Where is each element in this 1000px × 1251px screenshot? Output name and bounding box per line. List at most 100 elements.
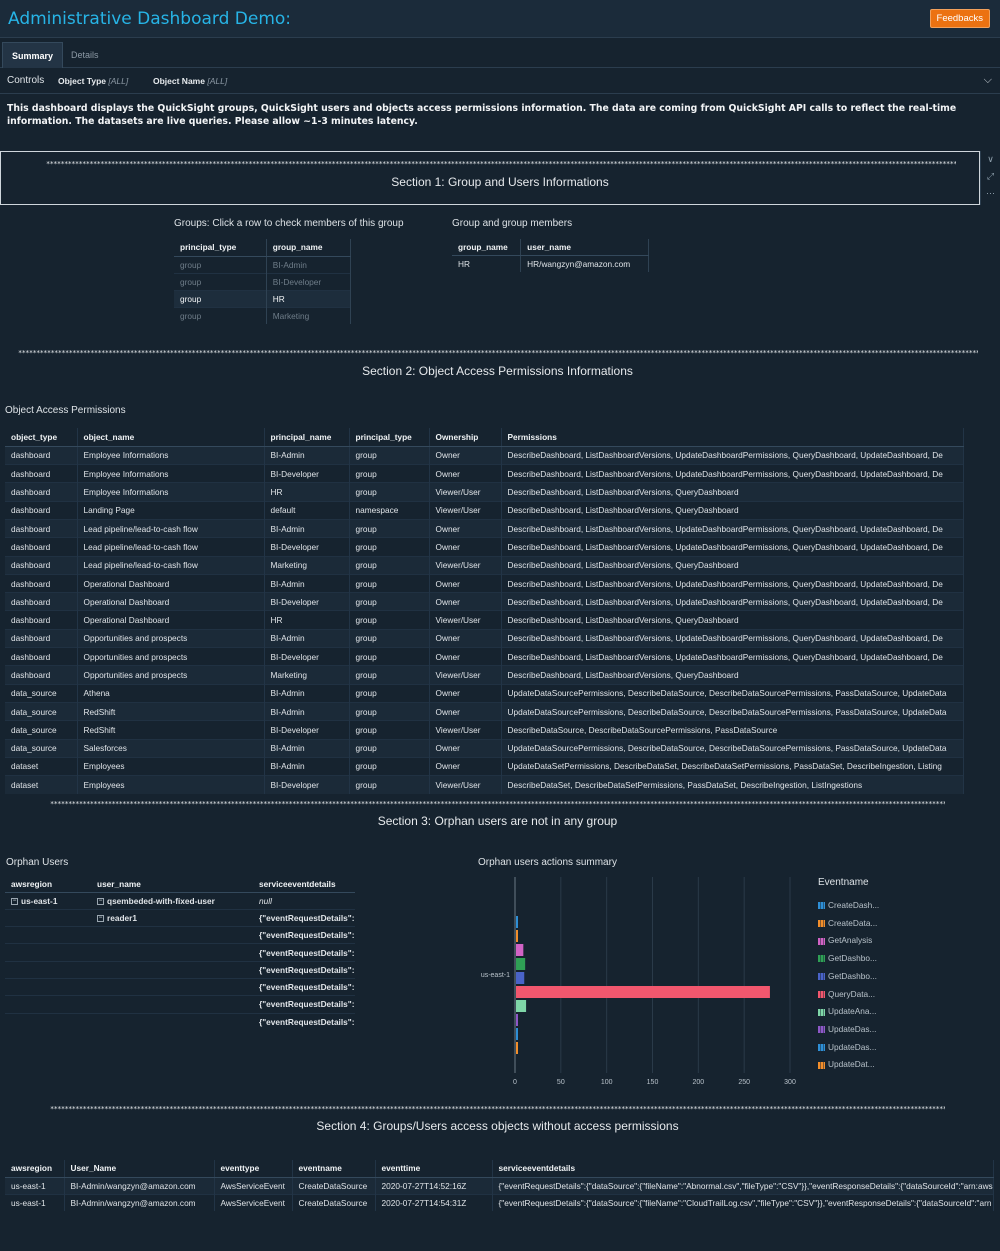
table-row[interactable]: dashboard Operational Dashboard HR group Vie… <box>5 610 964 630</box>
table-cell: HR <box>264 482 350 502</box>
table-row[interactable]: dashboard Lead pipeline/lead-to-cash flow… <box>5 518 964 538</box>
collapse-icon[interactable]: − <box>11 897 18 905</box>
column-header[interactable]: principal_type <box>349 428 430 447</box>
table-row[interactable]: dataset Employees BI-Admin group Owner Update… <box>5 756 964 776</box>
column-header[interactable]: eventname <box>292 1160 376 1178</box>
region-cell[interactable]: − us-east-1 <box>5 891 91 910</box>
collapse-icon[interactable]: − <box>97 897 104 905</box>
table-row-selected[interactable]: group HR <box>174 289 352 307</box>
table-cell: group <box>349 573 430 593</box>
legend-item[interactable]: CreateData... <box>818 918 877 928</box>
table-row[interactable]: dashboard Employee Informations BI-Admin gr… <box>5 445 964 465</box>
table-cell: dashboard <box>5 500 78 520</box>
legend-item[interactable]: QueryData... <box>818 989 875 999</box>
orphan-actions-bar-chart: 0 50 100 150 200 250 300 us-east-1 <box>481 877 796 1086</box>
column-header[interactable]: user_name <box>91 876 253 893</box>
bar-4[interactable] <box>516 972 525 984</box>
legend-label: UpdateDat... <box>828 1059 875 1070</box>
x-tick-label: 50 <box>557 1079 565 1086</box>
legend-item[interactable]: GetAnalysis <box>818 935 872 945</box>
table-row[interactable]: dashboard Employee Informations BI-Develop… <box>5 464 964 483</box>
column-header[interactable]: principal_name <box>264 428 350 447</box>
table-row[interactable]: us-east-1 BI-Admin/wangzyn@amazon.com AwsS… <box>5 1176 994 1194</box>
column-header[interactable]: group_name <box>452 239 522 256</box>
legend-label: GetDashbo... <box>828 970 877 981</box>
table-row[interactable]: dashboard Employee Informations HR group Vie… <box>5 482 964 502</box>
tab-details[interactable]: Details <box>62 42 108 68</box>
table-cell: Employee Informations <box>77 464 265 483</box>
table-cell: HR/wangzyn@amazon.com <box>520 254 649 272</box>
tab-summary[interactable]: Summary <box>2 42 64 68</box>
table-cell: BI-Developer <box>264 775 350 794</box>
bar-1[interactable] <box>516 930 518 942</box>
bar-0[interactable] <box>516 916 518 928</box>
legend-title: Eventname <box>818 877 869 888</box>
empty-cell <box>5 908 91 927</box>
legend-item[interactable]: UpdateAna... <box>818 1006 876 1016</box>
legend-item[interactable]: UpdateDas... <box>818 1024 876 1034</box>
table-row[interactable]: dataset Employees BI-Developer group Viewer/… <box>5 775 964 794</box>
chevron-down-icon[interactable]: ⌵ <box>984 74 992 87</box>
collapse-icon[interactable]: − <box>97 915 104 923</box>
legend-item[interactable]: CreateDash... <box>818 900 879 910</box>
legend-item[interactable]: GetDashbo... <box>818 953 877 963</box>
table-row[interactable]: dashboard Opportunities and prospects Mark… <box>5 665 964 685</box>
bar-8[interactable] <box>516 1028 518 1040</box>
column-header[interactable]: User_Name <box>64 1160 215 1178</box>
column-header[interactable]: eventtime <box>375 1160 493 1178</box>
column-header[interactable]: awsregion <box>5 876 91 893</box>
expand-icon[interactable]: ⤢ <box>981 168 1000 185</box>
chevron-down-icon[interactable]: ∨ <box>981 151 1000 168</box>
column-header[interactable]: group_name <box>266 239 352 257</box>
user-cell[interactable]: − reader1 <box>91 908 253 927</box>
table-row[interactable]: dashboard Operational Dashboard BI-Develop… <box>5 592 964 611</box>
controls-label[interactable]: Controls <box>7 75 44 86</box>
table-row[interactable]: group BI-Developer <box>174 272 352 290</box>
table-row[interactable]: data_source RedShift BI-Admin group Owner Upd… <box>5 701 964 721</box>
object-name-control[interactable]: Object Name [ALL] <box>153 76 227 86</box>
table-row[interactable]: HR HR/wangzyn@amazon.com <box>452 254 649 272</box>
bar-7[interactable] <box>516 1014 518 1026</box>
column-header[interactable]: principal_type <box>174 239 267 257</box>
feedback-button[interactable]: Feedbacks <box>929 9 990 28</box>
table-row[interactable]: dashboard Lead pipeline/lead-to-cash flow… <box>5 537 964 557</box>
legend-item[interactable]: UpdateDat... <box>818 1059 875 1069</box>
table-row[interactable]: dashboard Lead pipeline/lead-to-cash flow… <box>5 555 964 575</box>
column-header[interactable]: awsregion <box>5 1160 65 1178</box>
bar-2[interactable] <box>516 944 524 956</box>
table-row[interactable]: dashboard Opportunities and prospects BI-D… <box>5 647 964 666</box>
table-cell: Operational Dashboard <box>77 573 265 593</box>
table-cell: Landing Page <box>77 500 265 520</box>
table-row[interactable]: data_source Salesforces BI-Admin group Owner… <box>5 738 964 758</box>
column-header[interactable]: object_type <box>5 428 78 447</box>
unauthorized-access-table: awsregion User_Name eventtype eventname … <box>5 1160 994 1211</box>
legend-item[interactable]: UpdateDas... <box>818 1042 876 1052</box>
table-cell: Salesforces <box>77 738 265 758</box>
column-header[interactable]: serviceeventdetails <box>253 876 355 893</box>
table-row[interactable]: data_source Athena BI-Admin group Owner Updat… <box>5 683 964 703</box>
table-row[interactable]: dashboard Opportunities and prospects BI-A… <box>5 628 964 648</box>
column-header[interactable]: eventtype <box>214 1160 293 1178</box>
table-row[interactable]: data_source RedShift BI-Developer group View… <box>5 720 964 740</box>
bar-6[interactable] <box>516 1000 527 1012</box>
column-header[interactable]: Permissions <box>501 428 964 447</box>
table-row[interactable]: dashboard Landing Page default namespace Vie… <box>5 500 964 520</box>
column-header[interactable]: user_name <box>520 239 649 256</box>
table-row[interactable]: group BI-Admin <box>174 255 352 273</box>
table-row[interactable]: group Marketing <box>174 306 352 324</box>
table-cell: DescribeDashboard, ListDashboardVersions… <box>501 537 964 557</box>
user-cell[interactable]: − qsembeded-with-fixed-user <box>91 891 253 910</box>
column-header[interactable]: object_name <box>77 428 265 447</box>
column-header[interactable]: Ownership <box>429 428 502 447</box>
legend-item[interactable]: GetDashbo... <box>818 971 877 981</box>
legend-swatch-icon <box>818 973 825 981</box>
bar-9[interactable] <box>516 1042 518 1054</box>
bar-5[interactable] <box>516 986 770 998</box>
table-cell: Owner <box>429 537 502 557</box>
table-row[interactable]: dashboard Operational Dashboard BI-Admin gr… <box>5 573 964 593</box>
object-type-control[interactable]: Object Type [ALL] <box>58 76 128 86</box>
bar-3[interactable] <box>516 958 526 970</box>
column-header[interactable]: serviceeventdetails <box>492 1160 994 1178</box>
more-options-icon[interactable]: ⋯ <box>981 185 1000 202</box>
table-row[interactable]: us-east-1 BI-Admin/wangzyn@amazon.com AwsS… <box>5 1193 994 1211</box>
